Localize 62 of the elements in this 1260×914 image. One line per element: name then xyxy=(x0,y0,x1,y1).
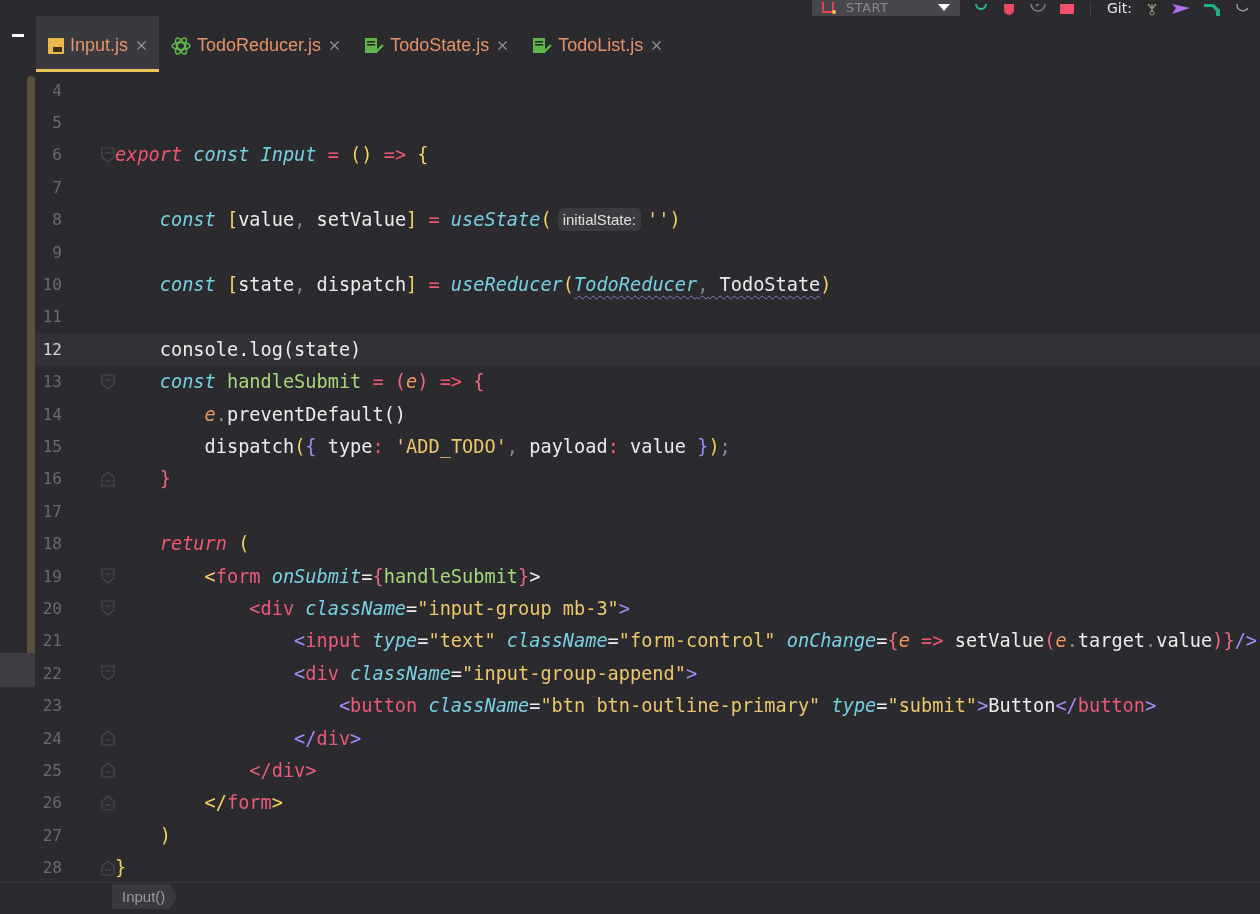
code-line: const [value, setValue] = useState( initialState: '') xyxy=(158,208,681,232)
line-number: 13 xyxy=(41,372,62,392)
run-config-icon xyxy=(822,2,836,14)
checked-file-icon xyxy=(364,36,385,55)
line-number: 8 xyxy=(51,210,62,230)
code-line: dispatch({ type: 'ADD_TODO', payload: value }); xyxy=(203,436,731,457)
minimize-icon[interactable] xyxy=(12,34,24,38)
scrollbar-thumb[interactable] xyxy=(27,76,35,653)
code-line: <div className="input-group-append"> xyxy=(293,662,698,684)
file-tab[interactable]: TodoReducer.js xyxy=(159,16,353,72)
stop-icon[interactable] xyxy=(1060,4,1074,16)
line-number: 6 xyxy=(51,145,62,165)
code-line: ) xyxy=(158,824,171,846)
line-number: 27 xyxy=(41,825,62,845)
line-number: 5 xyxy=(51,113,62,133)
git-fetch-icon[interactable] xyxy=(1145,4,1158,16)
line-number: 15 xyxy=(41,437,62,456)
code-line: return ( xyxy=(158,533,250,555)
line-number: 4 xyxy=(51,80,62,100)
code-line: const [state, dispatch] = useReducer(TodoReducer, TodoState) xyxy=(158,274,832,296)
line-number: 19 xyxy=(41,566,62,586)
breadcrumb-item[interactable]: Input() xyxy=(112,884,178,909)
line-number: 21 xyxy=(41,631,62,651)
code-line: } xyxy=(115,857,127,879)
scroll-marker xyxy=(0,653,35,687)
atom-icon xyxy=(171,35,192,56)
line-number: 28 xyxy=(41,858,62,878)
line-number: 10 xyxy=(41,275,62,295)
checked-file-icon xyxy=(532,36,553,55)
line-number: 12 xyxy=(41,339,62,359)
code-line: </div> xyxy=(248,759,317,781)
code-line: const handleSubmit = (e) => { xyxy=(158,371,485,393)
line-number: 17 xyxy=(41,501,62,521)
push-arrow-icon[interactable] xyxy=(1171,4,1190,16)
code-line: </form> xyxy=(203,792,283,814)
line-number: 22 xyxy=(41,663,62,683)
code-line: console.log(state) xyxy=(158,338,362,360)
code-line: <form onSubmit={handleSubmit}> xyxy=(203,565,541,587)
line-number: 11 xyxy=(41,307,62,327)
line-number: 18 xyxy=(41,534,62,554)
file-tab[interactable]: TodoList.js xyxy=(520,16,675,72)
line-number: 9 xyxy=(51,242,62,262)
code-line: export const Input = () => { xyxy=(115,144,429,166)
dropdown-caret-icon xyxy=(938,4,950,12)
code-line: <div className="input-group mb-3"> xyxy=(248,597,630,619)
code-line: } xyxy=(158,468,171,490)
line-number: 25 xyxy=(41,760,62,780)
code-line: </div> xyxy=(293,727,362,749)
file-tab[interactable]: TodoState.js xyxy=(352,16,521,72)
code-line: <input type="text" className="form-control" onChange={e => setValue(e.target.value)}/> xyxy=(293,630,1257,652)
line-number: 24 xyxy=(41,728,62,748)
line-number: 14 xyxy=(41,404,62,424)
js-file-icon xyxy=(48,37,64,54)
code-line: e.preventDefault() xyxy=(203,403,407,425)
line-number: 7 xyxy=(51,177,62,197)
git-label: Git: xyxy=(1107,0,1132,16)
line-number: 20 xyxy=(41,598,62,618)
line-number: 16 xyxy=(41,469,62,489)
line-number: 23 xyxy=(41,696,62,716)
line-number: 26 xyxy=(41,793,62,813)
code-line: <button className="btn btn-outline-primary" type="submit">Button</button> xyxy=(337,695,1157,717)
file-tab[interactable]: Input.js xyxy=(36,16,160,72)
